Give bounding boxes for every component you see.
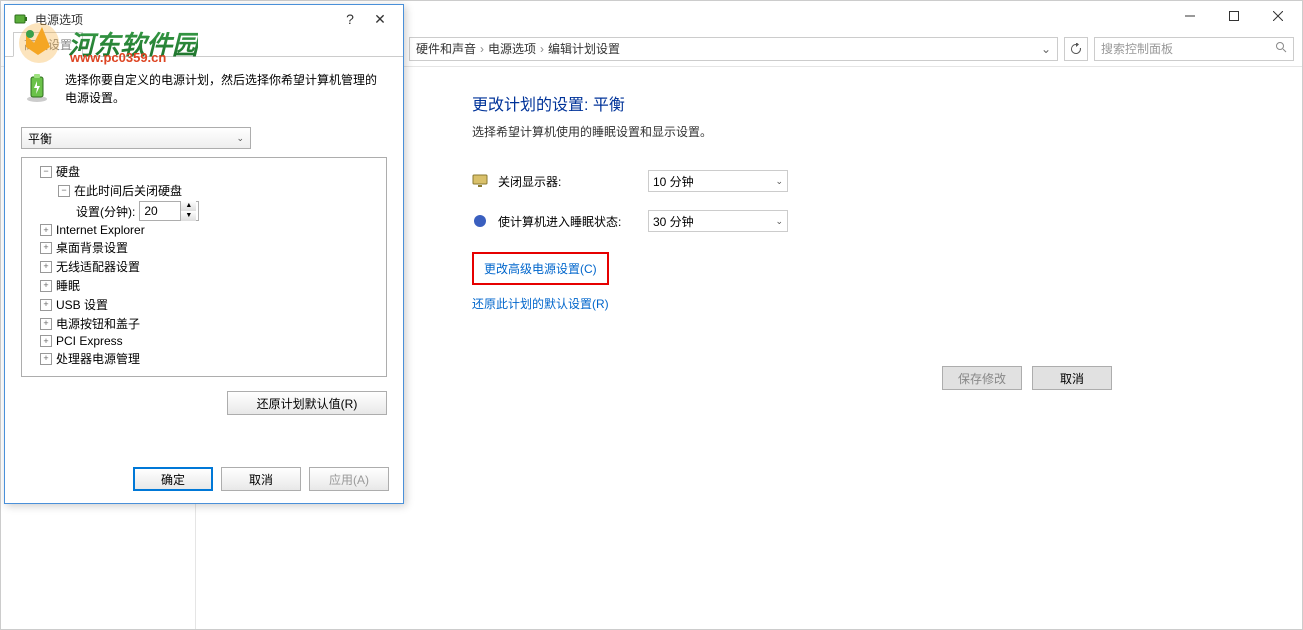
tree-item-wireless[interactable]: +无线适配器设置	[24, 257, 384, 276]
ok-button[interactable]: 确定	[133, 467, 213, 491]
page-title: 更改计划的设置: 平衡	[472, 91, 1172, 115]
setting-row-display: 关闭显示器: 10 分钟⌄	[472, 170, 1172, 192]
dialog-titlebar: 电源选项 ? ✕	[5, 5, 403, 33]
cancel-button[interactable]: 取消	[221, 467, 301, 491]
tree-item-turn-off-disk[interactable]: −在此时间后关闭硬盘	[24, 181, 384, 200]
chevron-right-icon: ›	[540, 42, 544, 56]
expand-icon[interactable]: +	[40, 335, 52, 347]
minimize-button[interactable]	[1168, 2, 1212, 30]
chevron-down-icon: ⌄	[236, 133, 244, 144]
save-button: 保存修改	[942, 366, 1022, 390]
chevron-down-icon: ⌄	[775, 176, 783, 187]
minutes-input[interactable]	[140, 204, 180, 218]
spin-down[interactable]: ▼	[181, 211, 196, 221]
power-options-dialog: 电源选项 ? ✕ 高级设置 选择你要自定义的电源计划，然后选择你希望计算机管理的…	[4, 4, 404, 504]
close-button[interactable]: ✕	[365, 11, 395, 28]
settings-tree[interactable]: −硬盘 −在此时间后关闭硬盘 设置(分钟): ▲▼ +Internet Expl…	[21, 157, 387, 377]
refresh-icon	[1070, 43, 1082, 55]
cancel-button[interactable]: 取消	[1032, 366, 1112, 390]
expand-icon[interactable]: +	[40, 280, 52, 292]
highlight-annotation: 更改高级电源设置(C)	[472, 252, 609, 285]
breadcrumb[interactable]: 硬件和声音 › 电源选项 › 编辑计划设置 ⌄	[409, 37, 1058, 61]
expand-icon[interactable]: +	[40, 353, 52, 365]
minutes-spinner[interactable]: ▲▼	[139, 201, 199, 221]
chevron-down-icon: ⌄	[775, 216, 783, 227]
tree-item-usb[interactable]: +USB 设置	[24, 295, 384, 314]
expand-icon[interactable]: +	[40, 299, 52, 311]
search-placeholder: 搜索控制面板	[1101, 40, 1173, 57]
setting-label: 使计算机进入睡眠状态:	[498, 213, 648, 230]
collapse-icon[interactable]: −	[40, 166, 52, 178]
chevron-right-icon: ›	[480, 42, 484, 56]
expand-icon[interactable]: +	[40, 261, 52, 273]
search-icon	[1275, 41, 1287, 56]
close-button[interactable]	[1256, 2, 1300, 30]
tree-item-setting-minutes: 设置(分钟): ▲▼	[24, 200, 384, 222]
dialog-tabstrip: 高级设置	[5, 33, 403, 57]
maximize-button[interactable]	[1212, 2, 1256, 30]
tree-item-desktop-bg[interactable]: +桌面背景设置	[24, 238, 384, 257]
tree-item-ie[interactable]: +Internet Explorer	[24, 222, 384, 238]
tree-item-hard-disk[interactable]: −硬盘	[24, 162, 384, 181]
breadcrumb-item[interactable]: 编辑计划设置	[548, 40, 620, 57]
refresh-button[interactable]	[1064, 37, 1088, 61]
chevron-down-icon[interactable]: ⌄	[1041, 42, 1051, 56]
dialog-description: 选择你要自定义的电源计划，然后选择你希望计算机管理的电源设置。	[65, 71, 387, 107]
collapse-icon[interactable]: −	[58, 185, 70, 197]
battery-icon	[13, 11, 29, 27]
monitor-icon	[472, 173, 488, 189]
battery-large-icon	[21, 71, 53, 103]
power-plan-select[interactable]: 平衡 ⌄	[21, 127, 251, 149]
apply-button: 应用(A)	[309, 467, 389, 491]
tree-item-pci[interactable]: +PCI Express	[24, 333, 384, 349]
dialog-title: 电源选项	[35, 11, 335, 28]
link-advanced-power[interactable]: 更改高级电源设置(C)	[484, 260, 597, 277]
watermark-url: www.pc0359.cn	[70, 50, 166, 65]
search-input[interactable]: 搜索控制面板	[1094, 37, 1294, 61]
display-timeout-select[interactable]: 10 分钟⌄	[648, 170, 788, 192]
setting-row-sleep: 使计算机进入睡眠状态: 30 分钟⌄	[472, 210, 1172, 232]
page-description: 选择希望计算机使用的睡眠设置和显示设置。	[472, 123, 1172, 140]
moon-icon	[472, 213, 488, 229]
breadcrumb-item[interactable]: 电源选项	[488, 40, 536, 57]
breadcrumb-item[interactable]: 硬件和声音	[416, 40, 476, 57]
expand-icon[interactable]: +	[40, 318, 52, 330]
tree-item-sleep[interactable]: +睡眠	[24, 276, 384, 295]
setting-label: 关闭显示器:	[498, 173, 648, 190]
restore-defaults-button[interactable]: 还原计划默认值(R)	[227, 391, 387, 415]
tree-item-cpu[interactable]: +处理器电源管理	[24, 349, 384, 368]
spin-up[interactable]: ▲	[181, 201, 196, 211]
expand-icon[interactable]: +	[40, 242, 52, 254]
help-button[interactable]: ?	[335, 11, 365, 27]
expand-icon[interactable]: +	[40, 224, 52, 236]
sleep-timeout-select[interactable]: 30 分钟⌄	[648, 210, 788, 232]
tree-item-power-button[interactable]: +电源按钮和盖子	[24, 314, 384, 333]
link-restore-defaults[interactable]: 还原此计划的默认设置(R)	[472, 295, 609, 312]
